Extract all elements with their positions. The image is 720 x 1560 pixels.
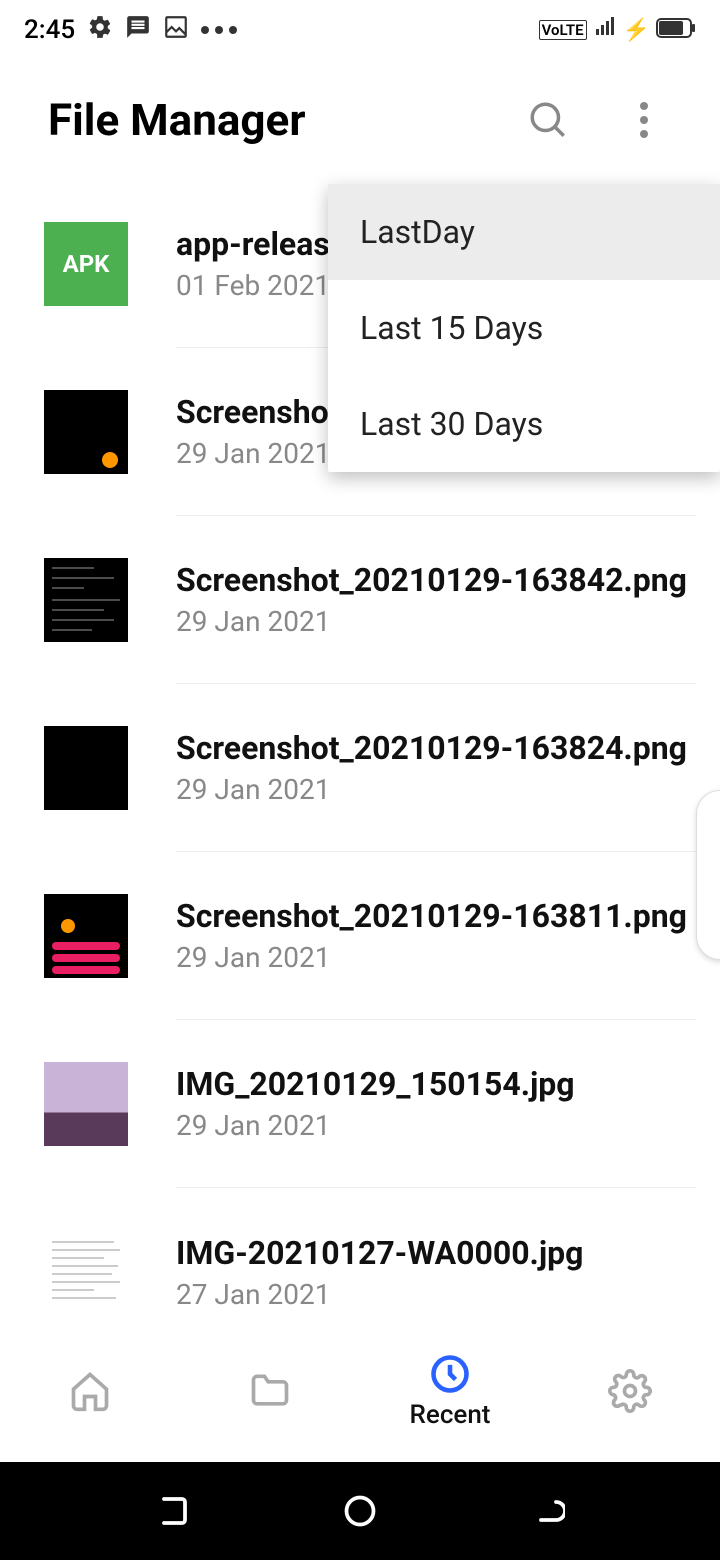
file-row[interactable]: Screenshot_20210129-163811.png 29 Jan 20… [0,852,720,1020]
page-title: File Manager [24,94,305,146]
file-meta: IMG_20210129_150154.jpg 29 Jan 2021 [176,1020,696,1188]
status-left: 2:45 [24,14,237,47]
more-notifications-icon [201,26,237,34]
gear-icon [608,1369,652,1413]
home-icon [68,1369,112,1413]
file-thumbnail [44,1230,128,1314]
overflow-menu-button[interactable] [620,96,668,144]
file-thumbnail [44,558,128,642]
tab-label: Recent [410,1400,491,1430]
file-meta: Screenshot_20210129-163811.png 29 Jan 20… [176,852,696,1020]
search-icon [527,99,569,141]
filter-menu: LastDay Last 15 Days Last 30 Days [328,184,720,472]
file-thumbnail [44,1062,128,1146]
battery-icon [656,15,696,45]
photo-icon [163,14,189,47]
search-button[interactable] [524,96,572,144]
app-bar: File Manager [0,60,720,180]
settings-icon [87,14,113,47]
tab-settings[interactable] [540,1320,720,1462]
file-thumbnail-apk: APK [44,222,128,306]
status-right: VoLTE ⚡ [539,15,696,46]
nav-home[interactable] [336,1487,384,1535]
file-row[interactable]: IMG-20210127-WA0000.jpg 27 Jan 2021 [0,1188,720,1320]
file-name: Screenshot_20210129-163811.png [176,897,696,935]
charging-icon: ⚡ [623,18,650,43]
file-meta: IMG-20210127-WA0000.jpg 27 Jan 2021 [176,1188,696,1320]
status-time: 2:45 [24,15,75,45]
more-vert-icon [640,102,648,138]
file-date: 29 Jan 2021 [176,605,696,638]
circle-icon [342,1493,378,1529]
file-date: 27 Jan 2021 [176,1278,696,1311]
recents-icon [155,1493,191,1529]
file-meta: Screenshot_20210129-163842.png 29 Jan 20… [176,516,696,684]
scroll-handle[interactable] [696,790,720,960]
volte-icon: VoLTE [539,20,587,40]
file-thumbnail [44,390,128,474]
file-name: IMG-20210127-WA0000.jpg [176,1234,696,1272]
signal-icon [593,15,617,46]
folder-icon [248,1369,292,1413]
file-thumbnail [44,894,128,978]
file-date: 29 Jan 2021 [176,773,696,806]
nav-recents[interactable] [149,1487,197,1535]
file-date: 29 Jan 2021 [176,1109,696,1142]
file-name: IMG_20210129_150154.jpg [176,1065,696,1103]
tab-home[interactable] [0,1320,180,1462]
filter-last-15-days[interactable]: Last 15 Days [328,280,720,376]
file-row[interactable]: IMG_20210129_150154.jpg 29 Jan 2021 [0,1020,720,1188]
nav-back[interactable] [523,1487,571,1535]
file-meta: Screenshot_20210129-163824.png 29 Jan 20… [176,684,696,852]
filter-last-30-days[interactable]: Last 30 Days [328,376,720,472]
app-actions [524,96,696,144]
filter-last-day[interactable]: LastDay [328,184,720,280]
back-icon [529,1493,565,1529]
message-icon [125,14,151,47]
status-bar: 2:45 VoLTE ⚡ [0,0,720,60]
bottom-tabs: Recent [0,1320,720,1462]
system-nav-bar [0,1462,720,1560]
file-name: Screenshot_20210129-163842.png [176,561,696,599]
file-name: Screenshot_20210129-163824.png [176,729,696,767]
file-row[interactable]: Screenshot_20210129-163842.png 29 Jan 20… [0,516,720,684]
tab-recent[interactable]: Recent [360,1320,540,1462]
file-date: 29 Jan 2021 [176,941,696,974]
clock-icon [428,1352,472,1396]
tab-folders[interactable] [180,1320,360,1462]
file-thumbnail [44,726,128,810]
file-row[interactable]: Screenshot_20210129-163824.png 29 Jan 20… [0,684,720,852]
